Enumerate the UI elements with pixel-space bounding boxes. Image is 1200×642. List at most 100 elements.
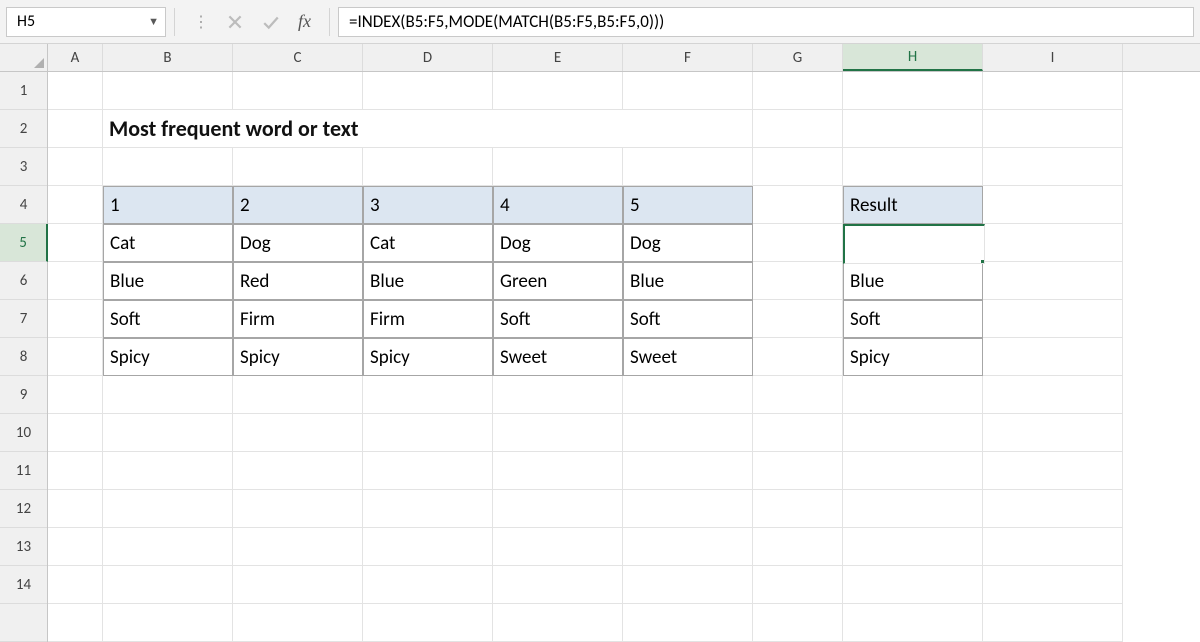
row-header-10[interactable]: 10 xyxy=(0,414,47,452)
table-cell[interactable]: Firm xyxy=(233,300,363,338)
cell[interactable] xyxy=(623,604,753,642)
select-all-button[interactable] xyxy=(0,44,48,71)
row-header-9[interactable]: 9 xyxy=(0,376,47,414)
cell[interactable] xyxy=(48,110,103,148)
cell[interactable] xyxy=(493,566,623,604)
cell[interactable] xyxy=(623,452,753,490)
cell[interactable] xyxy=(753,528,843,566)
cell[interactable] xyxy=(233,452,363,490)
cell[interactable] xyxy=(623,148,753,186)
cell[interactable] xyxy=(103,452,233,490)
cell[interactable] xyxy=(233,414,363,452)
cell[interactable] xyxy=(48,490,103,528)
cell[interactable] xyxy=(983,300,1123,338)
cell[interactable] xyxy=(233,490,363,528)
cell[interactable] xyxy=(843,604,983,642)
cell[interactable] xyxy=(363,414,493,452)
result-cell[interactable]: Soft xyxy=(843,300,983,338)
table-header[interactable]: 5 xyxy=(623,186,753,224)
row-header-15[interactable] xyxy=(0,604,47,642)
cell[interactable] xyxy=(753,604,843,642)
row-header-1[interactable]: 1 xyxy=(0,72,47,110)
col-header-G[interactable]: G xyxy=(753,44,843,71)
cell[interactable] xyxy=(363,566,493,604)
cell[interactable] xyxy=(103,604,233,642)
col-header-E[interactable]: E xyxy=(493,44,623,71)
cell[interactable] xyxy=(363,490,493,528)
cell[interactable] xyxy=(493,376,623,414)
cell[interactable] xyxy=(843,566,983,604)
cell[interactable] xyxy=(753,566,843,604)
cell[interactable] xyxy=(983,72,1123,110)
cell[interactable] xyxy=(103,72,233,110)
table-header[interactable]: 4 xyxy=(493,186,623,224)
cell[interactable] xyxy=(493,490,623,528)
cell[interactable] xyxy=(983,376,1123,414)
table-cell[interactable]: Sweet xyxy=(623,338,753,376)
table-cell[interactable]: Blue xyxy=(363,262,493,300)
cell[interactable] xyxy=(753,452,843,490)
result-cell-active[interactable]: Dog xyxy=(843,224,983,262)
cell[interactable] xyxy=(983,528,1123,566)
cell[interactable] xyxy=(983,224,1123,262)
cell[interactable] xyxy=(983,148,1123,186)
cell[interactable] xyxy=(623,414,753,452)
cell[interactable] xyxy=(843,376,983,414)
row-header-6[interactable]: 6 xyxy=(0,262,47,300)
cell[interactable] xyxy=(363,376,493,414)
cell[interactable] xyxy=(493,148,623,186)
cell[interactable] xyxy=(753,186,843,224)
row-header-5[interactable]: 5 xyxy=(0,224,48,262)
row-header-7[interactable]: 7 xyxy=(0,300,47,338)
cell[interactable] xyxy=(48,300,103,338)
cell[interactable] xyxy=(753,300,843,338)
cell[interactable] xyxy=(983,338,1123,376)
cell[interactable] xyxy=(48,186,103,224)
table-cell[interactable]: Firm xyxy=(363,300,493,338)
table-cell[interactable]: Green xyxy=(493,262,623,300)
cell[interactable] xyxy=(983,110,1123,148)
cell[interactable] xyxy=(103,528,233,566)
cell[interactable] xyxy=(983,566,1123,604)
cell[interactable] xyxy=(103,566,233,604)
row-header-4[interactable]: 4 xyxy=(0,186,47,224)
result-cell[interactable]: Blue xyxy=(843,262,983,300)
cell[interactable] xyxy=(843,490,983,528)
row-header-2[interactable]: 2 xyxy=(0,110,47,148)
col-header-B[interactable]: B xyxy=(103,44,233,71)
col-header-A[interactable]: A xyxy=(48,44,103,71)
cell[interactable] xyxy=(493,604,623,642)
cell[interactable] xyxy=(753,262,843,300)
cell[interactable] xyxy=(623,528,753,566)
cell[interactable] xyxy=(48,262,103,300)
cell[interactable] xyxy=(843,528,983,566)
chevron-down-icon[interactable]: ▼ xyxy=(148,15,159,28)
cell[interactable] xyxy=(753,72,843,110)
cell[interactable] xyxy=(48,224,103,262)
row-header-3[interactable]: 3 xyxy=(0,148,47,186)
cell[interactable] xyxy=(753,110,843,148)
table-header[interactable]: 2 xyxy=(233,186,363,224)
cell[interactable] xyxy=(753,414,843,452)
cell[interactable] xyxy=(753,224,843,262)
table-header[interactable]: 3 xyxy=(363,186,493,224)
cell[interactable] xyxy=(753,490,843,528)
cell[interactable] xyxy=(233,72,363,110)
cell[interactable] xyxy=(233,148,363,186)
col-header-H[interactable]: H xyxy=(843,44,983,71)
cell[interactable] xyxy=(233,604,363,642)
cell[interactable] xyxy=(233,528,363,566)
cell[interactable] xyxy=(233,376,363,414)
cell[interactable] xyxy=(48,604,103,642)
cell[interactable] xyxy=(48,414,103,452)
cell[interactable] xyxy=(753,338,843,376)
cell[interactable] xyxy=(983,186,1123,224)
table-cell[interactable]: Spicy xyxy=(103,338,233,376)
col-header-I[interactable]: I xyxy=(983,44,1123,71)
cell[interactable] xyxy=(983,490,1123,528)
cell[interactable] xyxy=(983,262,1123,300)
cell[interactable] xyxy=(493,72,623,110)
cell[interactable] xyxy=(363,604,493,642)
row-header-8[interactable]: 8 xyxy=(0,338,47,376)
col-header-C[interactable]: C xyxy=(233,44,363,71)
